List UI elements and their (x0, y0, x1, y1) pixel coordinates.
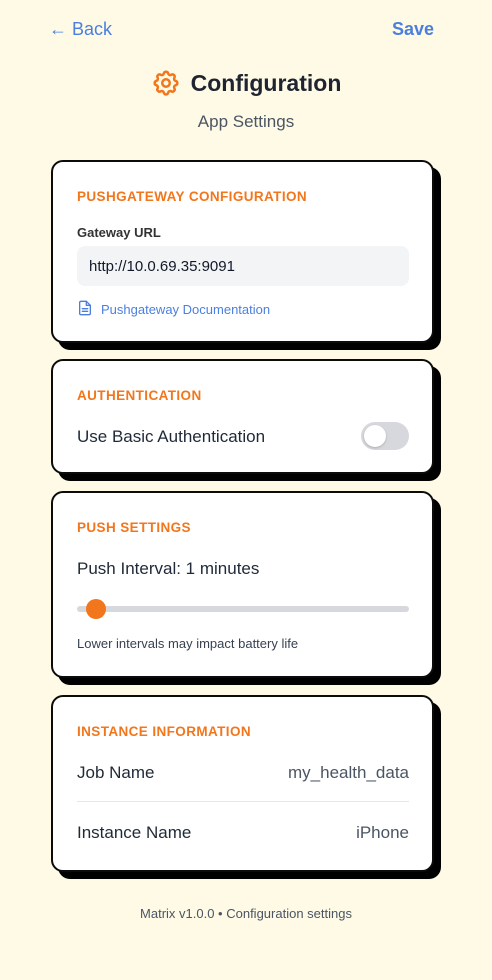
pushgateway-card: PUSHGATEWAY CONFIGURATION Gateway URL ht… (51, 160, 434, 343)
basic-auth-label: Use Basic Authentication (77, 427, 266, 446)
back-button[interactable]: ← Back (49, 19, 112, 40)
page-subtitle: App Settings (197, 112, 295, 131)
configuration-screen: ← Back Save Configuration App Settings P… (0, 0, 492, 980)
instance-information-card: INSTANCE INFORMATION Job Name my_health_… (51, 695, 434, 872)
page-title: Configuration (190, 69, 342, 96)
gateway-url-value: http://10.0.69.35:9091 (89, 257, 235, 275)
pushgateway-section-title: PUSHGATEWAY CONFIGURATION (77, 189, 308, 204)
save-button[interactable]: Save (392, 19, 434, 40)
page-header: Configuration (0, 68, 492, 98)
back-button-label: ← Back (49, 19, 113, 39)
instance-name-row: Instance Name iPhone (77, 823, 409, 843)
gateway-url-label: Gateway URL (77, 225, 161, 240)
document-icon (77, 300, 93, 319)
slider-track (77, 606, 409, 612)
gateway-url-input[interactable]: http://10.0.69.35:9091 (77, 246, 409, 286)
authentication-section-title: AUTHENTICATION (77, 388, 202, 403)
push-interval-label: Push Interval: 1 minutes (77, 559, 260, 578)
job-name-row: Job Name my_health_data (77, 763, 409, 783)
pushgateway-documentation-link[interactable]: Pushgateway Documentation (77, 300, 270, 319)
gear-icon (151, 68, 181, 98)
push-settings-section-title: PUSH SETTINGS (77, 520, 191, 535)
footer-version: Matrix v1.0.0 • Configuration settings (140, 906, 352, 921)
push-settings-card: PUSH SETTINGS Push Interval: 1 minutes L… (51, 491, 434, 678)
doc-link-label: Pushgateway Documentation (101, 302, 271, 317)
battery-hint: Lower intervals may impact battery life (77, 636, 299, 651)
toggle-knob (364, 425, 386, 447)
instance-section-title: INSTANCE INFORMATION (77, 724, 251, 739)
instance-name-value: iPhone (356, 823, 409, 842)
job-name-value: my_health_data (288, 763, 409, 782)
row-divider (77, 801, 409, 802)
push-interval-slider[interactable] (77, 597, 409, 621)
instance-name-label: Instance Name (77, 823, 192, 842)
slider-thumb[interactable] (86, 599, 107, 619)
authentication-card: AUTHENTICATION Use Basic Authentication (51, 359, 434, 474)
basic-auth-toggle[interactable] (361, 422, 409, 450)
job-name-label: Job Name (77, 763, 155, 782)
